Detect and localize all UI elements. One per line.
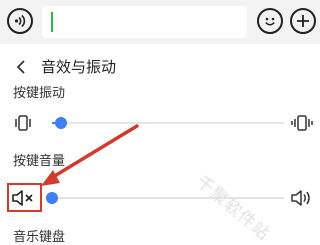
page-header: 音效与振动: [0, 50, 320, 84]
music-keyboard-label: 音乐键盘: [13, 230, 66, 245]
annotation-highlight-box: [7, 183, 42, 212]
add-icon[interactable]: [290, 8, 316, 34]
back-button[interactable]: [10, 56, 32, 78]
input-toolbar: [0, 0, 320, 44]
key-volume-slider-row: [0, 183, 320, 213]
key-vibration-slider-row: [0, 108, 320, 138]
vibration-low-icon: [10, 111, 36, 135]
speaker-high-icon: [289, 186, 315, 210]
key-volume-slider[interactable]: [46, 192, 284, 204]
text-input[interactable]: [42, 6, 247, 38]
text-caret: [51, 12, 53, 32]
voice-input-icon[interactable]: [7, 8, 33, 34]
key-vibration-label: 按键振动: [13, 86, 66, 101]
vibration-high-icon: [289, 111, 315, 135]
key-vibration-slider[interactable]: [52, 117, 284, 129]
key-volume-thumb[interactable]: [46, 192, 58, 204]
chevron-left-icon: [16, 60, 25, 74]
key-vibration-thumb[interactable]: [55, 117, 68, 129]
page-title: 音效与振动: [41, 58, 117, 76]
emoji-icon[interactable]: [257, 8, 283, 34]
key-volume-label: 按键音量: [13, 154, 66, 169]
